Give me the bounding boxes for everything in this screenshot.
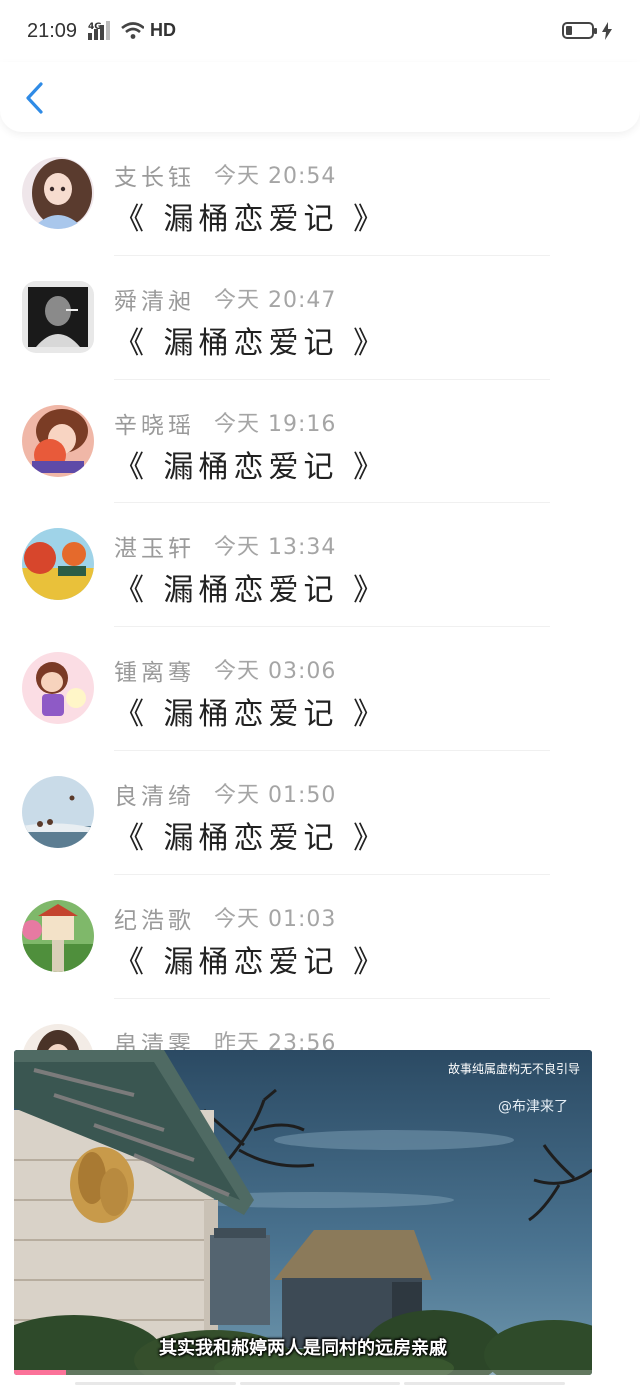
video-watermark: 故事纯属虚构无不良引导 bbox=[447, 1062, 580, 1076]
battery-fill bbox=[566, 26, 572, 35]
message-text: 《 漏桶恋爱记 》 bbox=[114, 573, 389, 609]
video-progress-track[interactable] bbox=[14, 1370, 592, 1375]
floating-video-player[interactable]: 故事纯属虚构无不良引导 @布津来了 其实我和郝婷两人是同村的远房亲戚 bbox=[14, 1050, 592, 1375]
message-time: 今天 01:03 bbox=[214, 906, 337, 932]
sender-name: 锺离骞 bbox=[114, 660, 195, 687]
sender-name: 湛玉轩 bbox=[114, 536, 195, 563]
back-button[interactable] bbox=[22, 80, 50, 116]
message-text: 《 漏桶恋爱记 》 bbox=[114, 697, 389, 733]
top-nav-bar bbox=[0, 62, 640, 132]
message-text: 《 漏桶恋爱记 》 bbox=[114, 944, 389, 980]
message-time: 今天 01:50 bbox=[214, 782, 337, 808]
avatar[interactable] bbox=[22, 528, 94, 601]
signal-icon: 4G bbox=[88, 20, 145, 47]
status-time: 21:09 bbox=[27, 20, 78, 42]
hd-badge: HD bbox=[150, 20, 176, 40]
chevron-left-icon bbox=[26, 82, 43, 114]
sender-name: 纪浩歌 bbox=[114, 907, 195, 934]
avatar[interactable] bbox=[22, 404, 94, 477]
message-time: 今天 20:47 bbox=[214, 287, 337, 313]
sender-name: 良清绮 bbox=[114, 783, 195, 810]
sender-name: 支长钰 bbox=[114, 165, 195, 191]
indicator-segment bbox=[404, 1382, 566, 1385]
list-item[interactable]: 支长钰 今天 20:54 《 漏桶恋爱记 》 bbox=[0, 132, 640, 256]
status-bar: 21:09 4G HD bbox=[0, 0, 640, 62]
list-item[interactable]: 良清绮 今天 01:50 《 漏桶恋爱记 》 bbox=[0, 751, 640, 875]
message-text: 《 漏桶恋爱记 》 bbox=[114, 202, 389, 237]
video-subtitle: 其实我和郝婷两人是同村的远房亲戚 bbox=[159, 1338, 447, 1359]
list-item[interactable]: 辛晓瑶 今天 19:16 《 漏桶恋爱记 》 bbox=[0, 380, 640, 504]
charging-icon bbox=[601, 22, 613, 45]
sender-name: 舜清昶 bbox=[114, 288, 195, 315]
avatar[interactable] bbox=[22, 280, 94, 353]
avatar[interactable] bbox=[22, 775, 94, 848]
video-author: @布津来了 bbox=[498, 1099, 568, 1115]
bottom-indicator bbox=[75, 1382, 566, 1385]
video-progress-fill bbox=[14, 1370, 67, 1375]
list-item[interactable]: 锺离骞 今天 03:06 《 漏桶恋爱记 》 bbox=[0, 627, 640, 751]
message-text: 《 漏桶恋爱记 》 bbox=[114, 449, 389, 485]
list-item[interactable]: 舜清昶 今天 20:47 《 漏桶恋爱记 》 bbox=[0, 256, 640, 380]
message-text: 《 漏桶恋爱记 》 bbox=[114, 820, 389, 856]
sender-name: 辛晓瑶 bbox=[114, 412, 195, 439]
avatar[interactable] bbox=[22, 899, 94, 972]
message-time: 今天 03:06 bbox=[214, 659, 337, 685]
message-text: 《 漏桶恋爱记 》 bbox=[114, 325, 389, 361]
message-time: 今天 20:54 bbox=[214, 164, 337, 189]
list-item[interactable]: 纪浩歌 今天 01:03 《 漏桶恋爱记 》 bbox=[0, 875, 640, 999]
message-list: 支长钰 今天 20:54 《 漏桶恋爱记 》 舜清昶 今天 20:47 《 漏桶… bbox=[0, 132, 640, 1122]
message-time: 今天 13:34 bbox=[214, 535, 337, 561]
avatar[interactable] bbox=[22, 157, 94, 229]
indicator-segment bbox=[75, 1382, 236, 1385]
avatar[interactable] bbox=[22, 652, 94, 725]
battery-icon bbox=[562, 22, 597, 39]
indicator-segment bbox=[239, 1382, 401, 1385]
list-item[interactable]: 湛玉轩 今天 13:34 《 漏桶恋爱记 》 bbox=[0, 503, 640, 628]
message-time: 今天 19:16 bbox=[214, 411, 337, 437]
